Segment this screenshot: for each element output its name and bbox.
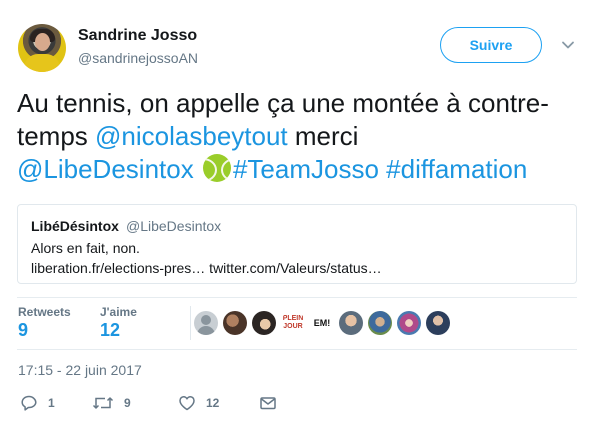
tweet-timestamp[interactable]: 17:15 - 22 juin 2017 <box>18 362 142 378</box>
retweets-label[interactable]: Retweets <box>18 305 71 319</box>
mention-nicolasbeytout[interactable]: @nicolasbeytout <box>95 121 288 151</box>
quoted-tweet-card[interactable]: LibéDésintox @LibeDesintox Alors en fait… <box>17 204 577 284</box>
liker-avatar-plein-jour[interactable]: PLEIN JOUR <box>281 311 305 335</box>
stats-top-divider <box>17 297 577 298</box>
mention-libedesintox[interactable]: @LibeDesintox <box>17 154 194 184</box>
reply-button[interactable]: 1 <box>20 392 55 414</box>
like-count: 12 <box>206 396 220 410</box>
author-display-name[interactable]: Sandrine Josso <box>78 27 197 45</box>
envelope-icon <box>260 397 276 410</box>
liker-avatar[interactable] <box>194 311 218 335</box>
quoted-display-name: LibéDésintox <box>31 218 119 234</box>
stats-bottom-divider <box>17 349 577 350</box>
likes-count[interactable]: 12 <box>100 320 120 341</box>
hashtag-teamjosso[interactable]: #TeamJosso <box>233 154 379 184</box>
liker-avatar[interactable] <box>368 311 392 335</box>
retweet-icon <box>92 397 114 409</box>
liker-avatar[interactable] <box>223 311 247 335</box>
retweet-count: 9 <box>124 396 131 410</box>
quoted-screen-name: @LibeDesintox <box>126 218 222 234</box>
quoted-text-line2: liberation.fr/elections-pres… twitter.co… <box>31 260 382 276</box>
tweet-text-part2: merci <box>287 121 359 151</box>
liker-avatar-em[interactable]: EM! <box>310 311 334 335</box>
retweet-button[interactable]: 9 <box>92 392 131 414</box>
liker-avatar[interactable] <box>252 311 276 335</box>
hashtag-diffamation[interactable]: #diffamation <box>386 154 527 184</box>
stats-separator <box>190 306 191 340</box>
tennis-ball-emoji-icon <box>202 154 231 182</box>
likers-avatars: PLEIN JOUR EM! <box>194 311 450 335</box>
liker-avatar[interactable] <box>339 311 363 335</box>
likes-label[interactable]: J'aime <box>100 305 137 319</box>
author-screen-name[interactable]: @sandrinejossoAN <box>78 50 198 66</box>
chevron-down-icon[interactable] <box>561 38 575 52</box>
retweets-count[interactable]: 9 <box>18 320 28 341</box>
reply-count: 1 <box>48 396 55 410</box>
direct-message-button[interactable] <box>259 392 277 414</box>
like-button[interactable]: 12 <box>178 392 219 414</box>
heart-icon <box>179 396 195 411</box>
reply-icon <box>21 395 37 411</box>
liker-avatar[interactable] <box>426 311 450 335</box>
quoted-text-line1: Alors en fait, non. <box>31 240 140 256</box>
liker-avatar[interactable] <box>397 311 421 335</box>
follow-button[interactable]: Suivre <box>440 27 542 63</box>
author-avatar[interactable] <box>18 24 66 72</box>
tweet-text: Au tennis, on appelle ça une montée à co… <box>17 87 582 186</box>
